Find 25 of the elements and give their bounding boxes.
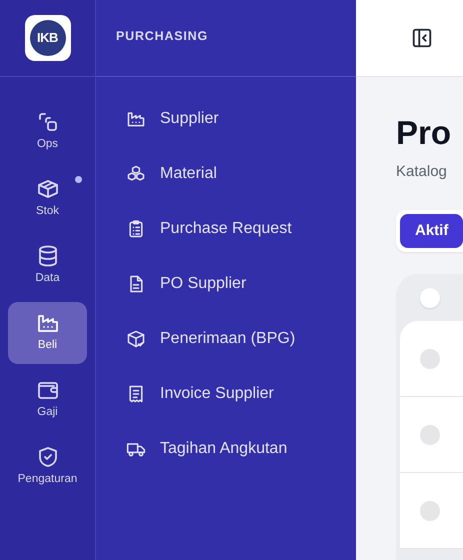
row-checkbox[interactable] bbox=[420, 500, 440, 521]
nav-item[interactable]: Pengaturan bbox=[8, 436, 87, 498]
cubes-icon bbox=[126, 164, 146, 184]
select-all-checkbox[interactable] bbox=[420, 288, 440, 308]
nav-item[interactable]: Ops bbox=[8, 101, 87, 163]
nav-item[interactable]: Beli bbox=[8, 302, 87, 364]
section-title: PURCHASING bbox=[116, 28, 210, 45]
menu-item[interactable]: Invoice Supplier bbox=[96, 366, 356, 421]
sidebar-collapse-icon[interactable] bbox=[411, 27, 433, 49]
page-title: Pro bbox=[396, 115, 452, 152]
menu-item[interactable]: Material bbox=[96, 146, 356, 201]
nav-item[interactable]: Stok bbox=[8, 168, 87, 230]
nav-item[interactable]: Gaji bbox=[8, 369, 87, 431]
tab[interactable]: Aktif bbox=[400, 214, 463, 248]
row-checkbox[interactable] bbox=[420, 424, 440, 445]
row-checkbox[interactable] bbox=[420, 348, 440, 369]
package-check-icon bbox=[126, 328, 146, 348]
logo: IKB bbox=[24, 15, 70, 61]
menu-item[interactable]: Purchase Request bbox=[96, 201, 356, 256]
menu-item[interactable]: Penerimaan (BPG) bbox=[96, 311, 356, 366]
menu-item[interactable]: Tagihan Angkutan bbox=[96, 421, 356, 476]
page-subtitle: Katalog bbox=[396, 162, 448, 182]
menu-item[interactable]: Supplier bbox=[96, 91, 356, 146]
menu-item[interactable]: PO Supplier bbox=[96, 256, 356, 311]
nav-item[interactable]: Data bbox=[8, 235, 87, 297]
